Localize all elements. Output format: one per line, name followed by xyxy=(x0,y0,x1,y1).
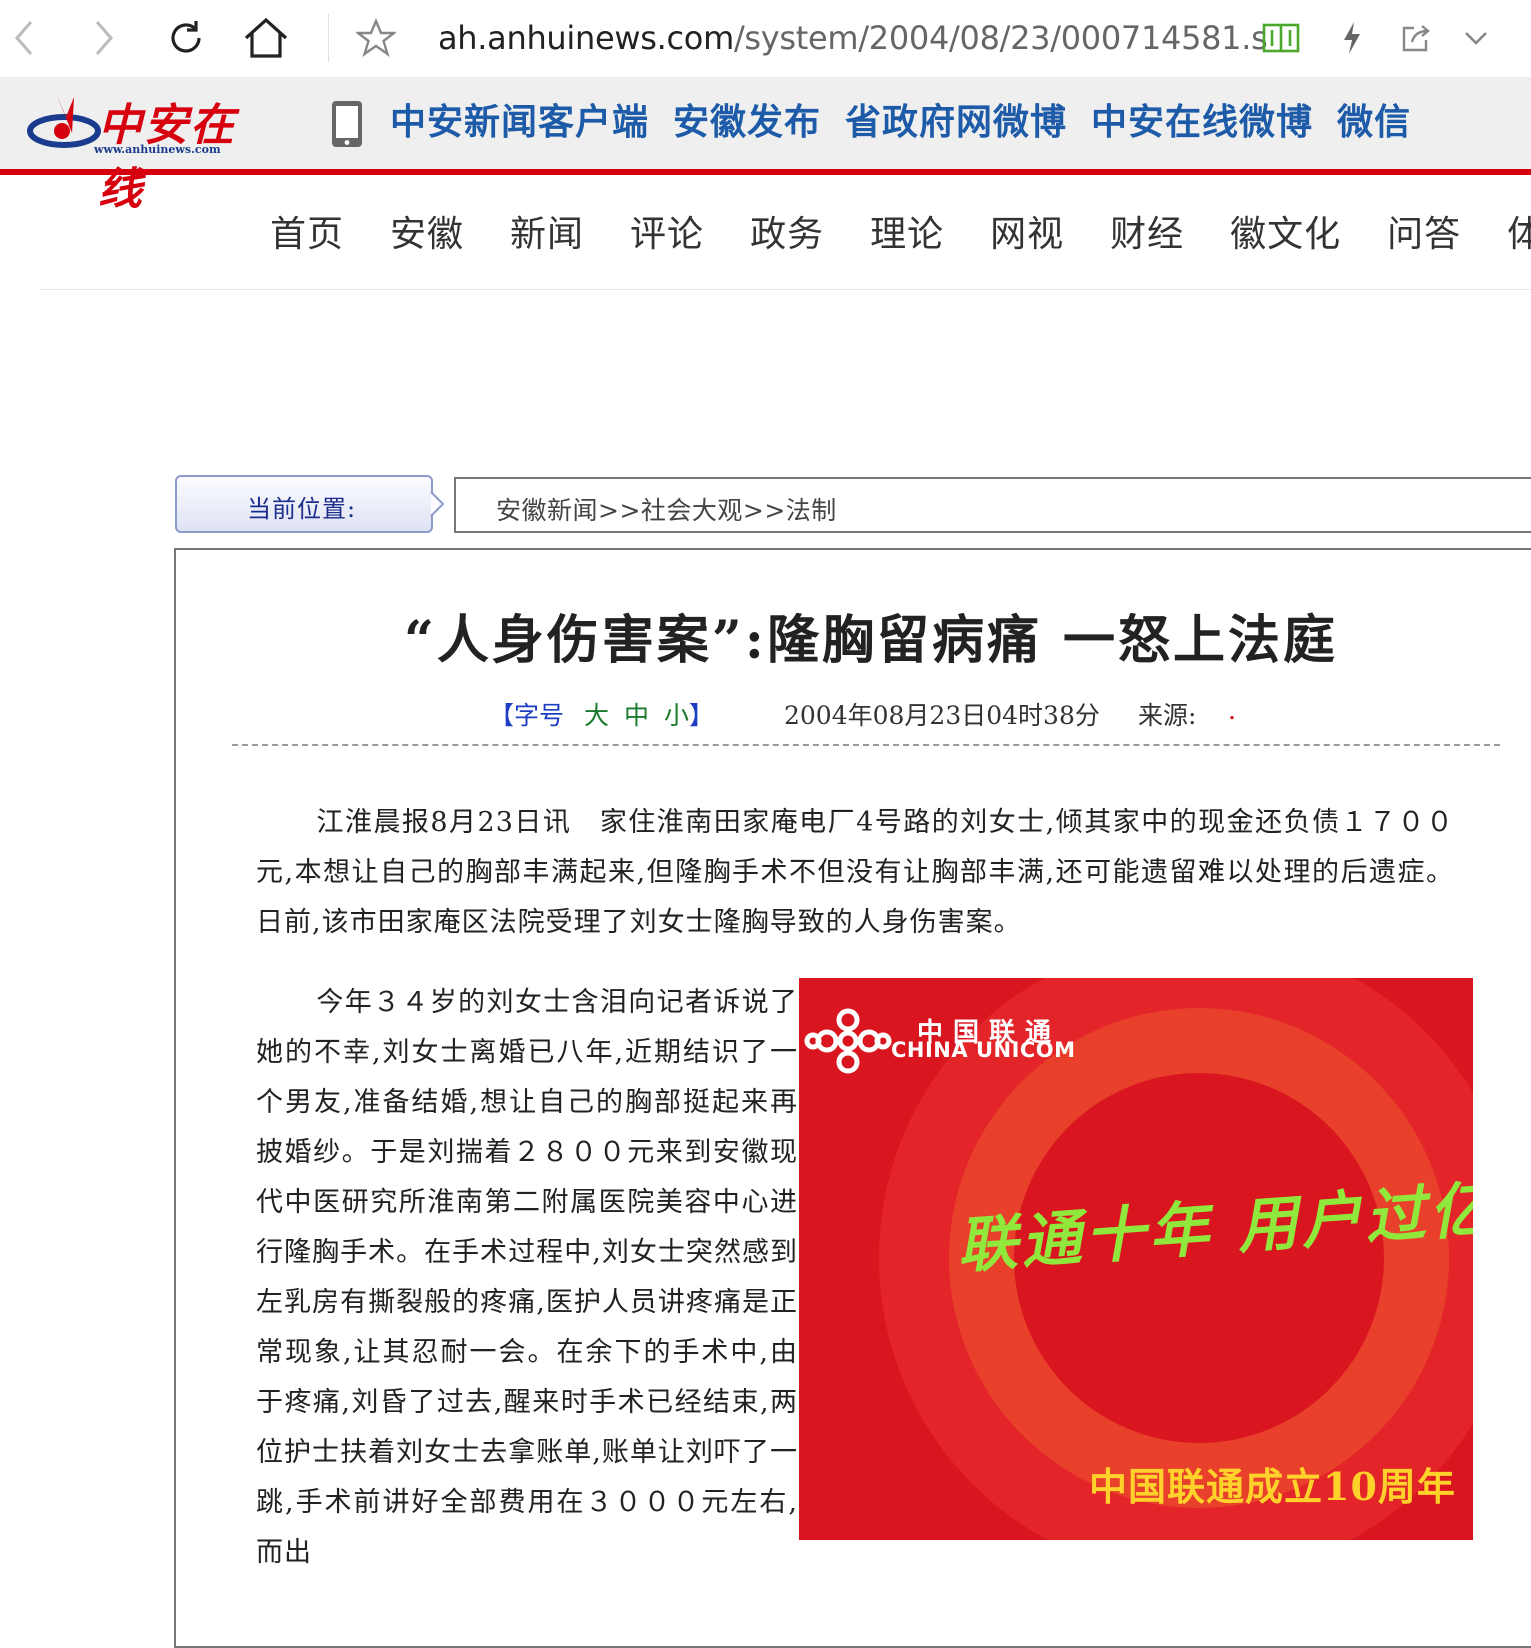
ad-anniversary: 中国联通成立10周年 xyxy=(1089,1464,1456,1509)
address-bar[interactable]: ah.anhuinews.com/system/2004/08/23/00071… xyxy=(438,14,1268,62)
back-icon[interactable] xyxy=(0,14,48,62)
header-link-client[interactable]: 中安新闻客户端 xyxy=(390,95,649,151)
breadcrumb: 安徽新闻>>社会大观>>法制 xyxy=(454,477,1531,533)
nav-item-home[interactable]: 首页 xyxy=(270,200,344,270)
unicom-ad-banner[interactable]: 中国联通 CHINA UNICOM 联通十年 用户过亿 中国联通成立10周年 xyxy=(799,978,1473,1540)
header-links: 中安新闻客户端 安徽发布 省政府网微博 中安在线微博 微信 xyxy=(390,95,1411,151)
lightning-icon[interactable] xyxy=(1328,14,1376,62)
nav-item-culture[interactable]: 徽文化 xyxy=(1230,200,1341,270)
paragraph-1-text: 江淮晨报8月23日讯 家住淮南田家庵电厂4号路的刘女士,倾其家中的现金还负债１７… xyxy=(256,807,1454,938)
reload-icon[interactable] xyxy=(162,14,210,62)
nav-item-anhui[interactable]: 安徽 xyxy=(390,200,464,270)
url-domain: ah.anhuinews.com xyxy=(438,19,734,57)
nav-item-comment[interactable]: 评论 xyxy=(630,200,704,270)
article-paragraph-2: 今年３４岁的刘女士含泪向记者诉说了她的不幸,刘女士离婚已八年,近期结识了一个男友… xyxy=(256,978,798,1578)
article-source-value: . xyxy=(1228,696,1236,725)
star-icon[interactable] xyxy=(352,14,400,62)
meta-divider xyxy=(232,744,1500,746)
font-size-medium-link[interactable]: 中 xyxy=(624,696,649,732)
article-title: “人身伤害案”:隆胸留病痛 一怒上法庭 xyxy=(403,610,1339,671)
nav-item-qa[interactable]: 问答 xyxy=(1387,200,1461,270)
nav-item-finance[interactable]: 财经 xyxy=(1110,200,1184,270)
breadcrumb-path[interactable]: 安徽新闻>>社会大观>>法制 xyxy=(496,491,837,527)
nav-item-news[interactable]: 新闻 xyxy=(510,200,584,270)
site-header: 中安在线 www.anhuinews.com 中安新闻客户端 安徽发布 省政府网… xyxy=(0,77,1531,215)
nav-item-government[interactable]: 政务 xyxy=(750,200,824,270)
nav-item-video[interactable]: 网视 xyxy=(990,200,1064,270)
logo-url: www.anhuinews.com xyxy=(94,143,221,156)
header-link-gov-weibo[interactable]: 省政府网微博 xyxy=(845,95,1067,151)
breadcrumb-label: 当前位置: xyxy=(247,495,357,523)
header-link-site-weibo[interactable]: 中安在线微博 xyxy=(1091,95,1313,151)
header-link-wechat[interactable]: 微信 xyxy=(1337,95,1411,151)
home-icon[interactable] xyxy=(242,14,290,62)
font-size-bracket-open: 【 xyxy=(489,701,515,730)
article-date: 2004年08月23日04时38分 xyxy=(784,701,1100,730)
phone-icon xyxy=(332,101,362,147)
share-icon[interactable] xyxy=(1392,14,1440,62)
font-size-small-link[interactable]: 小 xyxy=(664,696,689,732)
breadcrumb-arrow-icon xyxy=(430,491,445,517)
reader-icon[interactable] xyxy=(1257,14,1305,62)
site-logo[interactable]: 中安在线 www.anhuinews.com xyxy=(26,87,266,215)
url-path: /system/2004/08/23/000714581.s xyxy=(733,19,1268,57)
nav-item-theory[interactable]: 理论 xyxy=(870,200,944,270)
ad-brand-en: CHINA UNICOM xyxy=(891,1038,1076,1062)
breadcrumb-label-box: 当前位置: xyxy=(175,475,433,533)
main-nav: 首页 安徽 新闻 评论 政务 理论 网视 财经 徽文化 问答 体育 xyxy=(270,200,1531,270)
nav-item-sports[interactable]: 体育 xyxy=(1507,200,1531,270)
browser-toolbar: ah.anhuinews.com/system/2004/08/23/00071… xyxy=(0,0,1531,78)
header-link-anhui-release[interactable]: 安徽发布 xyxy=(673,95,821,151)
article-paragraph-1: 江淮晨报8月23日讯 家住淮南田家庵电厂4号路的刘女士,倾其家中的现金还负债１７… xyxy=(256,798,1454,948)
font-size-large-link[interactable]: 大 xyxy=(584,696,609,732)
font-size-bracket-close: 】 xyxy=(689,701,715,730)
toolbar-separator xyxy=(328,14,329,62)
font-size-label: 字号 xyxy=(514,701,565,730)
nav-divider xyxy=(41,289,1531,290)
unicom-knot-icon xyxy=(804,1008,892,1074)
paragraph-2-text: 今年３４岁的刘女士含泪向记者诉说了她的不幸,刘女士离婚已八年,近期结识了一个男友… xyxy=(256,987,798,1568)
article-source-label: 来源: xyxy=(1138,701,1197,730)
forward-icon[interactable] xyxy=(80,14,128,62)
chevron-down-icon[interactable] xyxy=(1452,14,1500,62)
